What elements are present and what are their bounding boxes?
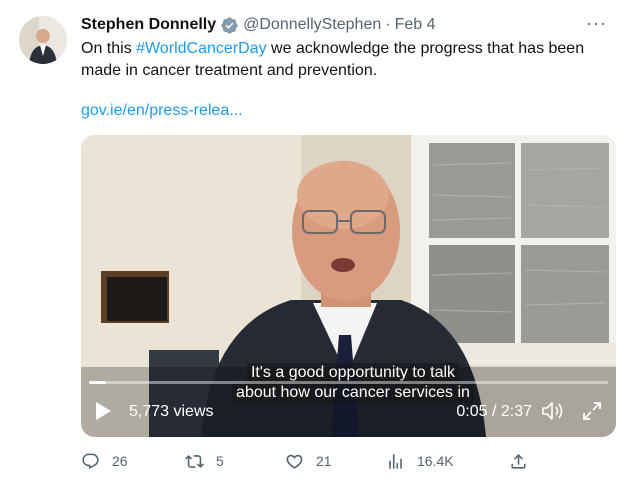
share-icon (511, 453, 526, 469)
reply-icon (82, 453, 99, 469)
tweet-text-before: On this (81, 40, 137, 57)
separator: · (385, 16, 391, 33)
action-bar: 26 5 21 16.4K (81, 450, 551, 472)
reply-count: 26 (112, 453, 128, 469)
caption-line-1: It's a good opportunity to talk (246, 363, 460, 383)
analytics-button[interactable]: 16.4K (386, 450, 454, 472)
video-progress-bar[interactable] (89, 381, 608, 384)
author-name[interactable]: Stephen Donnelly (81, 16, 216, 34)
volume-icon[interactable] (542, 402, 564, 420)
tweet-text: On this #WorldCancerDay we acknowledge t… (81, 38, 601, 82)
view-count: 16.4K (417, 453, 454, 469)
author-handle[interactable]: @DonnellyStephen (243, 16, 381, 34)
verified-badge-icon (221, 16, 238, 34)
video-views: 5,773 views (129, 403, 214, 420)
heart-icon (286, 454, 303, 469)
caption-line-2: about how our cancer services in (232, 383, 474, 403)
more-icon[interactable]: ··· (586, 14, 607, 32)
retweet-icon (185, 454, 204, 468)
video-player[interactable]: It's a good opportunity to talk about ho… (81, 135, 616, 437)
retweet-button[interactable]: 5 (185, 450, 224, 472)
video-progress-fill (89, 381, 106, 384)
tweet-header: Stephen Donnelly @DonnellyStephen · Feb … (81, 14, 607, 36)
tweet: Stephen Donnelly @DonnellyStephen · Feb … (0, 0, 627, 482)
reply-button[interactable]: 26 (81, 450, 128, 472)
share-button[interactable] (509, 450, 528, 472)
tweet-date[interactable]: Feb 4 (395, 16, 436, 34)
analytics-icon (389, 453, 402, 469)
video-time: 0:05 / 2:37 (456, 403, 532, 420)
avatar[interactable] (19, 16, 67, 64)
like-count: 21 (316, 453, 332, 469)
fullscreen-icon[interactable] (582, 401, 602, 421)
like-button[interactable]: 21 (285, 450, 332, 472)
hashtag-link[interactable]: #WorldCancerDay (136, 40, 266, 57)
press-release-link[interactable]: gov.ie/en/press-relea... (81, 102, 243, 120)
play-icon[interactable] (95, 402, 111, 420)
retweet-count: 5 (216, 453, 224, 469)
